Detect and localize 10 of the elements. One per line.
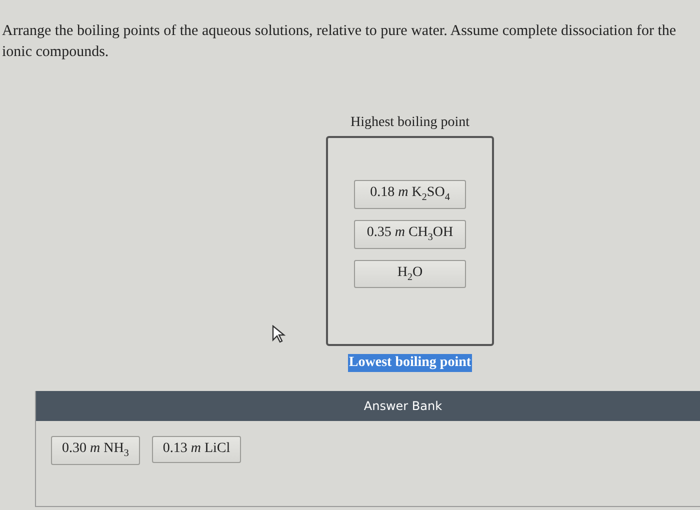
question-text: Arrange the boiling points of the aqueous solutions, relative to pure water. Assume complete dissociation for the ionic compounds. [1, 22, 678, 62]
mouse-pointer-icon [272, 325, 288, 343]
answer-tile[interactable]: 0.18 m K$_{2}$SO$_{4}$ [354, 180, 466, 209]
answer-tile[interactable]: 0.35 m CH$_{3}$OH [354, 220, 466, 249]
answer-tile[interactable]: H$_{2}$O [354, 260, 466, 288]
highest-boiling-label: Highest boiling point [350, 115, 470, 131]
lowest-boiling-label: Lowest boiling point [348, 354, 472, 372]
answer-tile[interactable]: 0.13 m LiCl [152, 436, 242, 463]
answer-bank-header: Answer Bank [36, 391, 700, 421]
answer-tile[interactable]: 0.30 m NH$_{3}$ [51, 436, 140, 465]
